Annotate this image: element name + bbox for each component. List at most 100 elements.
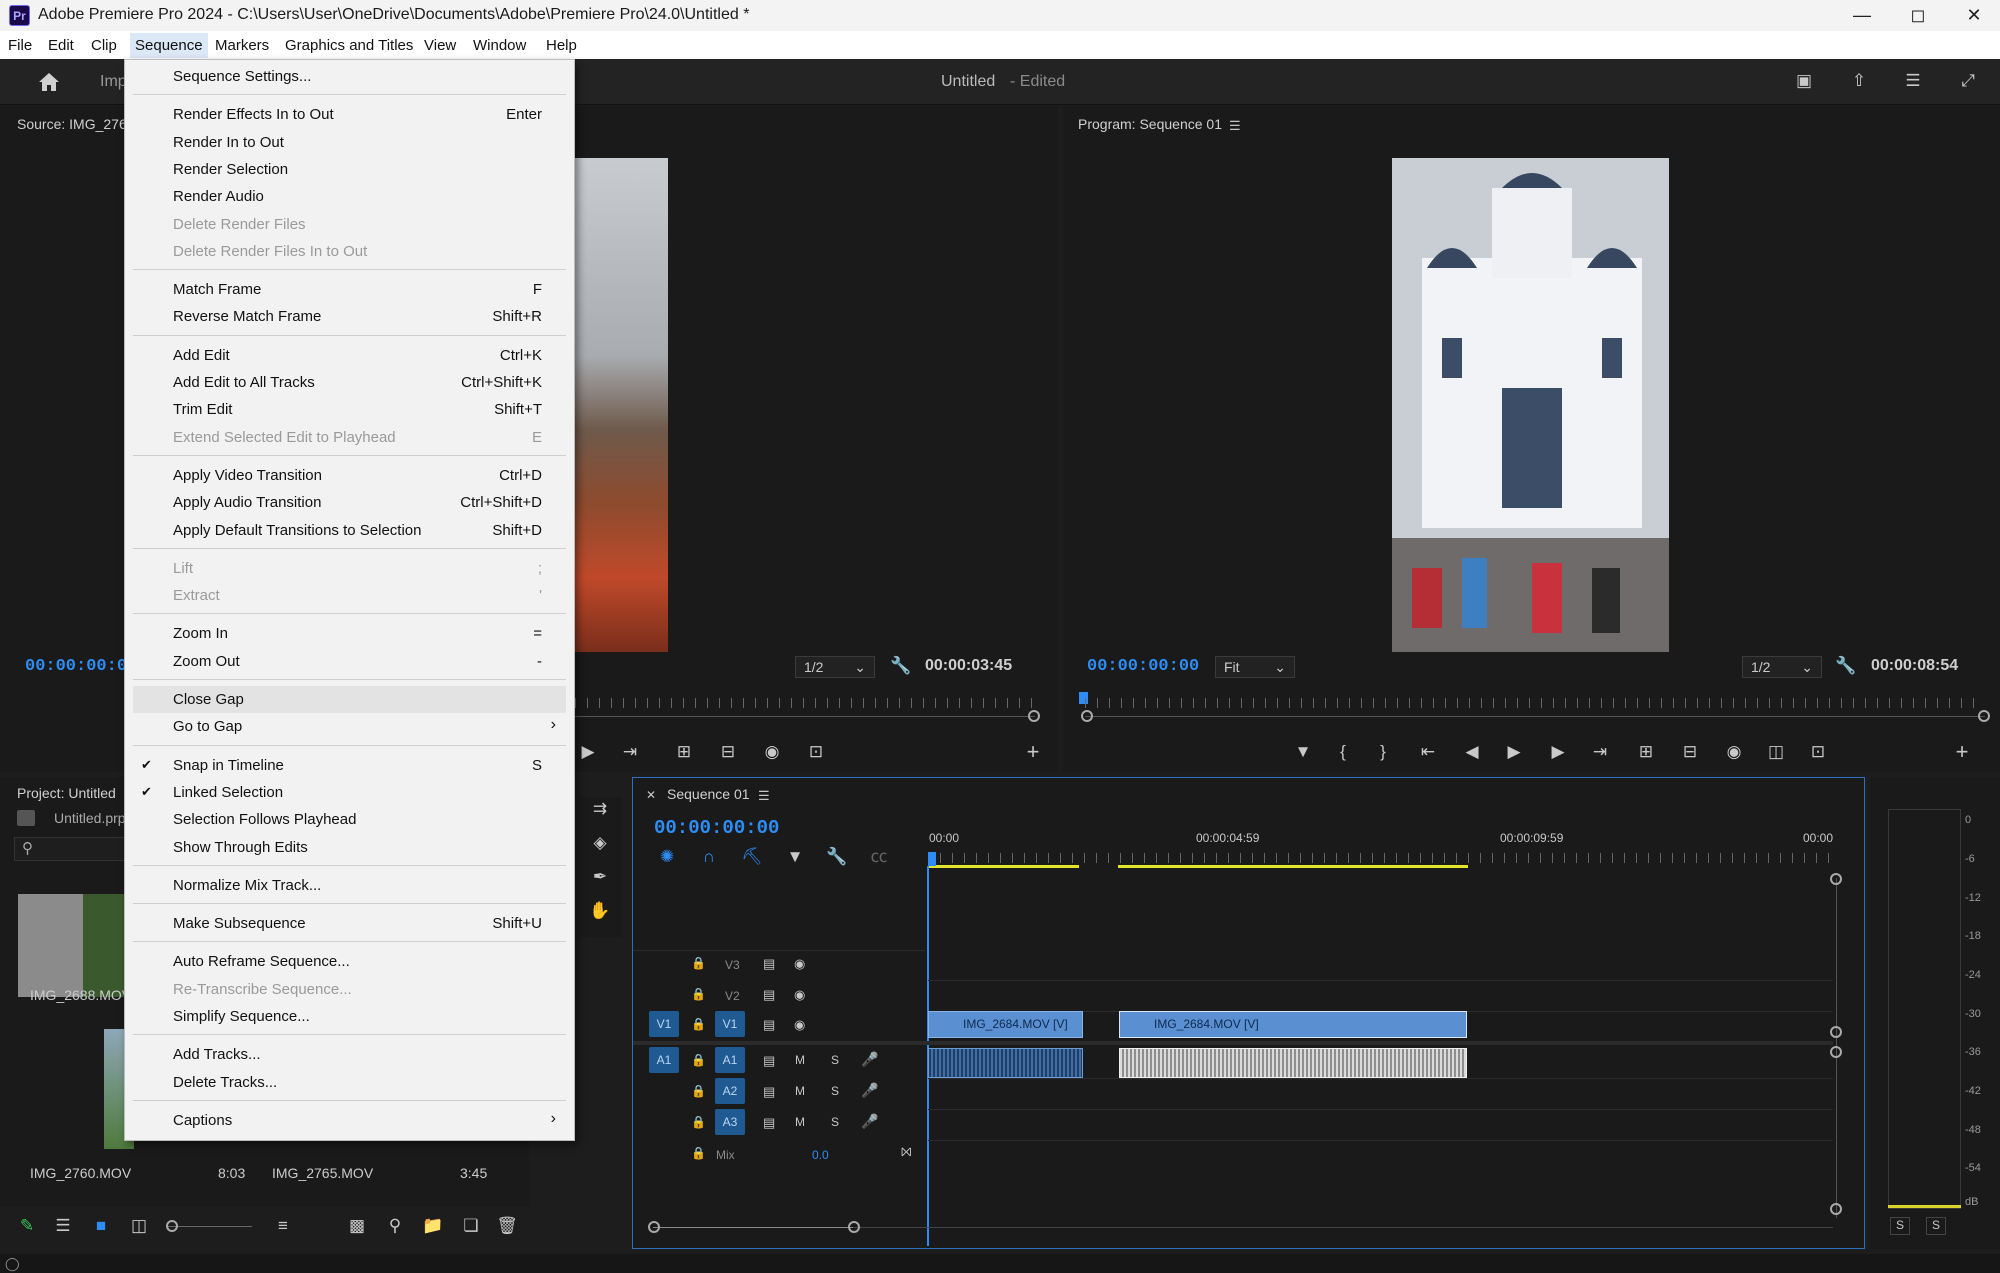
track-target-a3[interactable]: A3 <box>715 1109 745 1135</box>
go-to-out-icon[interactable]: ⇥ <box>1587 740 1613 764</box>
close-icon[interactable]: ✕ <box>1946 0 2000 31</box>
scrollbar-thumb[interactable] <box>653 1227 853 1228</box>
zoom-handle[interactable] <box>1081 710 1093 722</box>
sync-lock-icon[interactable]: ▤ <box>763 1053 775 1069</box>
scroll-handle[interactable] <box>848 1221 860 1233</box>
solo-button[interactable]: S <box>831 1084 839 1098</box>
nest-icon[interactable]: ✺ <box>654 845 680 869</box>
scroll-handle[interactable] <box>1830 1026 1842 1038</box>
menu-item-add-tracks[interactable]: Add Tracks... <box>125 1041 574 1068</box>
lock-icon[interactable]: 🔒 <box>691 1053 706 1067</box>
captions-icon[interactable]: ㏄ <box>866 845 892 869</box>
camera-icon[interactable]: ◉ <box>1721 740 1747 764</box>
project-item-name[interactable]: IMG_2765.MOV <box>272 1165 373 1181</box>
menu-item-apply-audio-transition[interactable]: Apply Audio Transition Ctrl+Shift+D <box>125 489 574 516</box>
new-bin-icon[interactable]: 📁 <box>420 1214 446 1238</box>
work-area-bar[interactable] <box>928 865 1079 868</box>
freeform-view-icon[interactable]: ◫ <box>126 1214 152 1238</box>
menu-item-captions[interactable]: Captions › <box>125 1107 574 1134</box>
track-select-icon[interactable]: ⇉ <box>587 797 613 821</box>
menu-item-add-edit-to-all-tracks[interactable]: Add Edit to All Tracks Ctrl+Shift+K <box>125 369 574 396</box>
menu-item-close-gap[interactable]: Close Gap <box>133 686 566 713</box>
mark-in-icon[interactable]: { <box>1330 740 1356 764</box>
wrench-icon[interactable]: 🔧 <box>888 654 914 678</box>
program-zoom-dropdown[interactable]: Fit ⌄ <box>1215 656 1295 678</box>
step-out-icon[interactable]: ⇥ <box>617 740 643 764</box>
menu-item-go-to-gap[interactable]: Go to Gap › <box>125 713 574 740</box>
microphone-icon[interactable]: 🎤 <box>861 1113 878 1130</box>
workspace-icon[interactable]: ▣ <box>1791 69 1817 93</box>
source-resolution-dropdown[interactable]: 1/2 ⌄ <box>795 656 875 678</box>
menu-graphics-and-titles[interactable]: Graphics and Titles <box>285 37 413 54</box>
menu-clip[interactable]: Clip <box>91 37 117 54</box>
list-view-icon[interactable]: ☰ <box>50 1214 76 1238</box>
source-title[interactable]: Source: IMG_2765 <box>17 116 135 132</box>
lock-icon[interactable]: 🔒 <box>691 1115 706 1129</box>
minimize-icon[interactable]: — <box>1834 0 1890 31</box>
menu-item-sequence-settings[interactable]: Sequence Settings... <box>125 63 574 90</box>
lock-icon[interactable]: 🔒 <box>691 956 706 970</box>
sync-lock-icon[interactable]: ▤ <box>763 1084 775 1100</box>
zoom-handle[interactable] <box>1028 710 1040 722</box>
lock-icon[interactable]: 🔒 <box>691 987 706 1001</box>
audio-clip[interactable] <box>1119 1048 1467 1078</box>
program-time-ruler[interactable] <box>1085 698 1985 708</box>
add-icon[interactable]: + <box>1020 740 1046 764</box>
menu-item-render-audio[interactable]: Render Audio <box>125 183 574 210</box>
button-editor-icon[interactable]: ⊡ <box>1805 740 1831 764</box>
sync-lock-icon[interactable]: ▤ <box>763 1115 775 1131</box>
track-target-v1[interactable]: V1 <box>715 1011 745 1037</box>
step-back-icon[interactable]: ◀ <box>1459 740 1485 764</box>
maximize-icon[interactable]: ◻ <box>1890 0 1946 31</box>
menu-item-delete-tracks[interactable]: Delete Tracks... <box>125 1069 574 1096</box>
microphone-icon[interactable]: 🎤 <box>861 1082 878 1099</box>
scroll-handle[interactable] <box>1830 873 1842 885</box>
import-tab[interactable]: Imp <box>100 73 127 91</box>
overwrite-icon[interactable]: ⊟ <box>715 740 741 764</box>
scroll-handle[interactable] <box>1830 1046 1842 1058</box>
solo-button[interactable]: S <box>831 1115 839 1129</box>
solo-button[interactable]: S <box>831 1053 839 1067</box>
hand-icon[interactable]: ✋ <box>587 899 613 923</box>
lift-icon[interactable]: ⊞ <box>1633 740 1659 764</box>
source-time-ruler[interactable] <box>575 698 1035 708</box>
wrench-icon[interactable]: 🔧 <box>1833 654 1859 678</box>
mute-button[interactable]: M <box>795 1053 805 1067</box>
track-target-a2[interactable]: A2 <box>715 1078 745 1104</box>
source-zoom-bar[interactable] <box>575 716 1035 717</box>
scroll-handle[interactable] <box>648 1221 660 1233</box>
video-audio-divider[interactable] <box>633 1041 1833 1045</box>
wrench-icon[interactable]: 🔧 <box>824 845 850 869</box>
camera-icon[interactable]: ◉ <box>759 740 785 764</box>
menu-item-add-edit[interactable]: Add Edit Ctrl+K <box>125 342 574 369</box>
sync-lock-icon[interactable]: ▤ <box>763 1017 775 1033</box>
project-title[interactable]: Project: Untitled <box>17 785 116 801</box>
menu-item-apply-video-transition[interactable]: Apply Video Transition Ctrl+D <box>125 462 574 489</box>
snap-icon[interactable]: ∩ <box>696 845 722 869</box>
track-label-v3[interactable]: V3 <box>725 958 740 972</box>
automate-to-sequence-icon[interactable]: ▩ <box>344 1214 370 1238</box>
close-icon[interactable]: ✕ <box>646 788 656 802</box>
menu-item-render-in-to-out[interactable]: Render In to Out <box>125 129 574 156</box>
thumbnail-size-slider[interactable] <box>168 1226 252 1227</box>
source-patch-a1[interactable]: A1 <box>649 1047 679 1073</box>
program-zoom-bar[interactable] <box>1085 716 1985 717</box>
video-clip[interactable]: IMG_2684.MOV [V] <box>1119 1011 1467 1038</box>
timeline-menu-icon[interactable]: ☰ <box>758 788 770 804</box>
home-icon[interactable] <box>37 71 61 93</box>
solo-left-button[interactable]: S <box>1890 1217 1910 1235</box>
menu-item-match-frame[interactable]: Match Frame F <box>125 276 574 303</box>
menu-item-render-effects-in-to-out[interactable]: Render Effects In to Out Enter <box>125 101 574 128</box>
share-icon[interactable]: ⇧ <box>1846 69 1872 93</box>
program-timecode[interactable]: 00:00:00:00 <box>1087 657 1199 676</box>
icon-view-icon[interactable]: ■ <box>88 1214 114 1238</box>
add-icon[interactable]: + <box>1949 740 1975 764</box>
source-timecode[interactable]: 00:00:00:00 <box>25 657 137 676</box>
project-thumbnail[interactable] <box>18 894 126 997</box>
menu-help[interactable]: Help <box>546 37 577 54</box>
scroll-handle[interactable] <box>1830 1203 1842 1215</box>
project-item-name[interactable]: IMG_2688.MOV <box>30 987 131 1003</box>
add-marker-icon[interactable]: ▼ <box>1290 740 1316 764</box>
menu-file[interactable]: File <box>8 37 32 54</box>
video-clip[interactable]: IMG_2684.MOV [V] <box>928 1011 1083 1038</box>
